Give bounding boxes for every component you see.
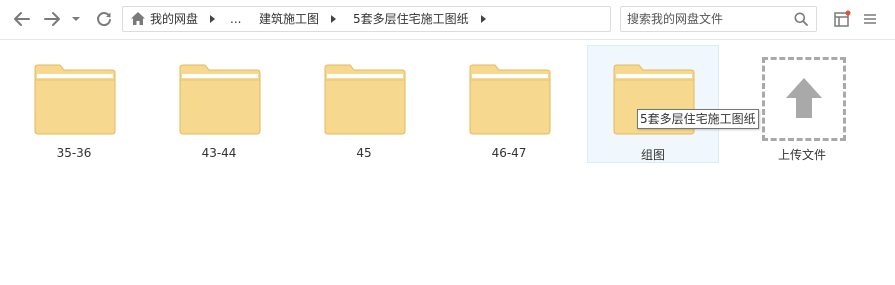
path-bar[interactable]: 我的网盘 ... 建筑施工图 5套多层住宅施工图纸 [122, 6, 611, 32]
menu-button[interactable] [861, 10, 879, 28]
upload-label[interactable]: 上传文件 [740, 146, 864, 163]
arrow-right-icon [44, 12, 60, 26]
breadcrumb-separator-icon[interactable] [331, 15, 336, 23]
search-input[interactable] [621, 7, 792, 31]
folder-name: 45 [356, 146, 372, 160]
folder-item-selected[interactable]: 组图 [587, 45, 719, 163]
folder-name: 组图 [640, 148, 665, 162]
layout-icon [834, 10, 851, 27]
chevron-down-icon [72, 17, 80, 21]
toolbar: 我的网盘 ... 建筑施工图 5套多层住宅施工图纸 [0, 0, 895, 40]
folder-item[interactable]: 46-47 [443, 45, 575, 163]
folder-item[interactable]: 45 [298, 45, 430, 163]
back-button[interactable] [12, 9, 32, 29]
breadcrumb-my-disk[interactable]: 我的网盘 [150, 7, 198, 31]
folder-name: 43-44 [201, 146, 237, 160]
folder-name: 46-47 [491, 146, 527, 160]
folder-tooltip: 5套多层住宅施工图纸 [637, 109, 759, 129]
search-box [620, 6, 817, 32]
home-icon [131, 12, 145, 25]
arrow-left-icon [14, 12, 30, 26]
history-dropdown-button[interactable] [68, 9, 84, 29]
refresh-icon [97, 12, 111, 27]
breadcrumb-construction-drawings[interactable]: 建筑施工图 [259, 7, 319, 31]
menu-icon [864, 14, 876, 24]
breadcrumb-separator-icon[interactable] [210, 15, 215, 23]
upload-arrow-icon [786, 78, 822, 118]
breadcrumb-current-folder[interactable]: 5套多层住宅施工图纸 [353, 7, 469, 31]
folder-item[interactable]: 35-36 [8, 45, 140, 163]
search-icon[interactable] [794, 12, 808, 26]
folder-item[interactable]: 43-44 [153, 45, 285, 163]
folder-icon [469, 64, 551, 135]
forward-button[interactable] [42, 9, 62, 29]
breadcrumb-ellipsis[interactable]: ... [230, 7, 241, 31]
layout-button[interactable] [833, 10, 851, 28]
folder-icon [34, 64, 116, 135]
notification-dot-icon [845, 10, 851, 16]
folder-icon [324, 64, 406, 135]
upload-button[interactable] [762, 57, 846, 141]
breadcrumb-separator-icon[interactable] [481, 15, 486, 23]
folder-icon [179, 64, 261, 135]
folder-name: 35-36 [56, 146, 92, 160]
refresh-button[interactable] [94, 9, 114, 29]
